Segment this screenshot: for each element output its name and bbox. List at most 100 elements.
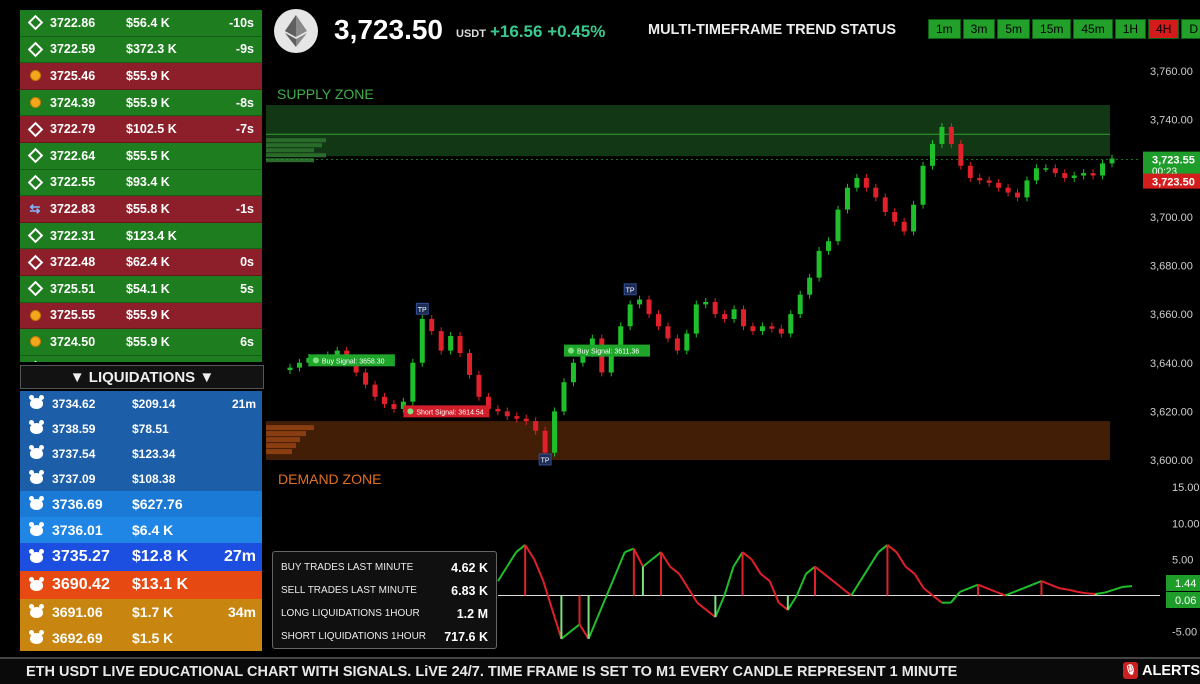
stat-row: LONG LIQUIDATIONS 1HOUR 1.2 M <box>281 602 488 625</box>
volume-bar <box>266 153 326 158</box>
osc-line-segment <box>596 595 608 618</box>
trade-amount: $55.9 K <box>126 68 170 83</box>
volume-bar <box>266 158 314 163</box>
candle-body <box>561 382 567 412</box>
candle-body <box>1015 192 1021 198</box>
liquidation-price: 3734.62 <box>52 396 96 411</box>
osc-line-segment <box>977 583 988 590</box>
osc-line-segment <box>741 551 753 561</box>
candle-body <box>552 411 558 453</box>
candle-body <box>967 165 973 178</box>
timeframe-1m[interactable]: 1m <box>928 19 961 39</box>
y-tick-label: 3,640.00 <box>1150 358 1193 370</box>
volume-bar <box>266 138 326 143</box>
osc-line-segment <box>614 551 626 575</box>
timeframe-5m[interactable]: 5m <box>997 19 1031 39</box>
alerts-button[interactable]: 🎙 ALERTS <box>1123 662 1200 679</box>
trade-amount: $123.4 K <box>126 228 177 243</box>
osc-line-segment <box>569 623 581 633</box>
trade-row: ⇆ 3722.83 $55.8 K -1s <box>20 196 262 223</box>
trade-row: 3722.59 $372.3 K -9s <box>20 36 262 64</box>
demand-zone-label: DEMAND ZONE <box>278 471 381 487</box>
candle-body <box>703 301 709 305</box>
osc-line-segment <box>1104 588 1115 594</box>
candle-body <box>750 326 756 332</box>
candle-body <box>476 374 482 397</box>
y-tick-label: 3,660.00 <box>1150 309 1193 321</box>
stat-label: BUY TRADES LAST MINUTE <box>281 562 414 573</box>
osc-y-tick-label: 15.00 <box>1172 482 1200 494</box>
candle-body <box>826 241 832 251</box>
osc-line-segment <box>805 565 816 575</box>
osc-line-segment <box>551 609 563 640</box>
candle-body <box>533 421 539 431</box>
liquidation-row: 3691.06 $1.7 K 34m <box>20 599 262 625</box>
osc-line-segment <box>877 544 889 553</box>
candle-body <box>419 318 425 363</box>
candle-body <box>901 221 907 232</box>
trade-amount: $62.4 K <box>126 255 170 270</box>
timeframe-15m[interactable]: 15m <box>1032 19 1072 39</box>
trade-price: 3722.48 <box>50 255 96 270</box>
trade-amount: $93.4 K <box>126 175 170 190</box>
candle-body <box>788 314 794 334</box>
coin-icon <box>20 336 50 348</box>
bear-icon <box>20 521 52 536</box>
osc-line-segment <box>651 551 662 561</box>
candle-body <box>741 309 747 327</box>
trade-amount: $55.9 K <box>126 308 170 323</box>
osc-line-segment <box>1013 587 1024 593</box>
candle-body <box>996 182 1002 188</box>
trade-price: 3725.55 <box>50 308 96 323</box>
volume-bar <box>266 148 314 153</box>
liquidation-row: 3736.01 $6.4 K <box>20 517 262 543</box>
candle-body <box>627 304 633 327</box>
timeframe-45m[interactable]: 45m <box>1073 19 1113 39</box>
timeframe-3m[interactable]: 3m <box>962 19 996 39</box>
price-change: +16.56 +0.45% <box>490 22 606 41</box>
liquidation-amount: $209.14 <box>132 396 176 411</box>
trade-row: 3722.86 $56.4 K -10s <box>20 10 262 37</box>
osc-y-tick-label: 10.00 <box>1172 518 1200 530</box>
osc-line-segment <box>1095 591 1105 596</box>
candle-body <box>911 204 917 232</box>
trade-time: 5s <box>240 281 254 296</box>
osc-line-segment <box>750 558 762 575</box>
trade-row: 3724.50 $55.9 K 6s <box>20 329 262 356</box>
candle-body <box>882 197 888 213</box>
osc-line-segment <box>515 544 526 553</box>
candle-body <box>287 367 293 371</box>
candle-body <box>844 187 850 210</box>
timeframe-1h[interactable]: 1H <box>1114 19 1147 39</box>
osc-line-segment <box>950 591 961 604</box>
osc-line-segment <box>705 609 716 618</box>
volume-bar <box>266 431 306 437</box>
trade-row: 3725.51 $54.1 K 5s <box>20 275 262 303</box>
timeframe-4h[interactable]: 4H <box>1148 19 1180 39</box>
liquidation-amount: $13.1 K <box>132 576 189 593</box>
osc-value-label: 0.06 <box>1175 595 1196 607</box>
trade-time: -9s <box>235 42 254 57</box>
trade-time: -8s <box>235 95 254 110</box>
trade-row: 3722.79 $102.5 K -7s <box>20 116 262 143</box>
candle-body <box>948 126 954 144</box>
timeframe-d[interactable]: D <box>1181 19 1200 39</box>
stat-row: BUY TRADES LAST MINUTE 4.62 K <box>281 556 488 579</box>
liquidations-header[interactable]: ▼ LIQUIDATIONS ▼ <box>20 365 264 389</box>
diamond-icon <box>20 254 50 270</box>
candle-body <box>892 212 898 222</box>
trade-time: 6s <box>240 334 254 349</box>
liquidation-row: 3735.27 $12.8 K 27m <box>20 543 262 571</box>
trade-stats-panel: BUY TRADES LAST MINUTE 4.62 K SELL TRADES … <box>272 551 497 649</box>
osc-line-segment <box>587 616 599 640</box>
trade-time: 0s <box>240 255 254 270</box>
trade-row: 3722.31 $123.4 K <box>20 222 262 250</box>
candle-body <box>939 126 945 144</box>
diamond-icon <box>20 121 50 137</box>
candle-body <box>296 362 302 368</box>
osc-line-segment <box>859 566 871 582</box>
liquidation-amount: $1.7 K <box>132 604 174 620</box>
stat-value: 717.6 K <box>444 629 488 644</box>
stat-value: 1.2 M <box>456 606 488 621</box>
candle-body <box>523 418 529 422</box>
